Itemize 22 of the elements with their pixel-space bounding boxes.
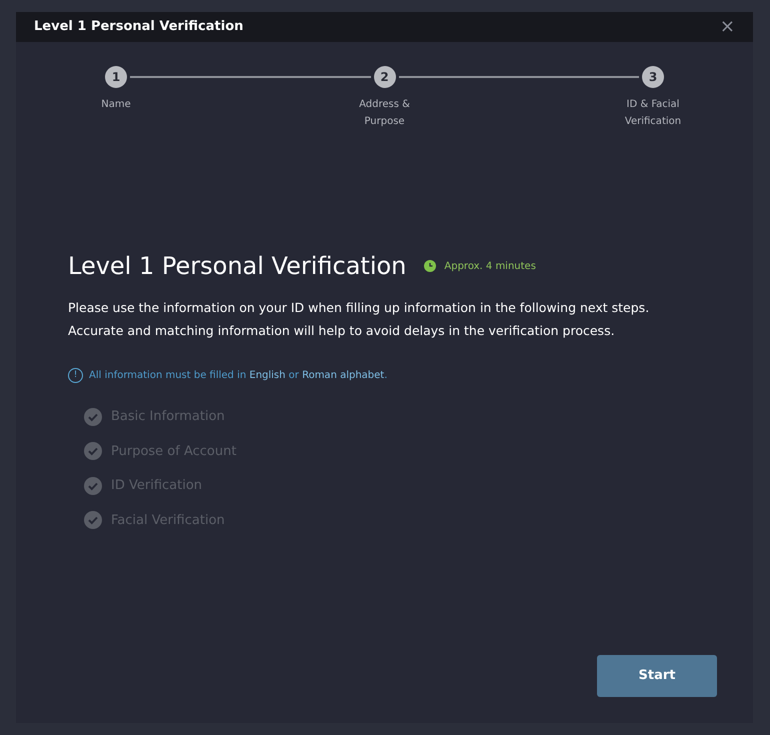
info-icon: !	[68, 368, 83, 383]
clock-icon	[424, 260, 436, 272]
heading: Level 1 Personal Verification	[68, 251, 406, 282]
check-icon	[84, 476, 102, 495]
step-label: Address & Purpose	[358, 98, 411, 129]
description-text: Accurate and matching information will help to avoid delays in the verification process.	[68, 322, 616, 340]
check-icon	[84, 408, 102, 426]
notice-text: All information must be filled in English or Roman alphabet.	[89, 369, 388, 383]
check-icon	[84, 511, 102, 530]
check-icon	[84, 442, 102, 460]
start-button[interactable]: Start	[597, 655, 717, 697]
step-label: Name	[100, 98, 132, 112]
window-title: Level 1 Personal Verification	[34, 18, 244, 36]
step-number: 3	[642, 66, 664, 88]
step-label: ID & Facial Verification	[624, 98, 682, 129]
duration-label: Approx. 4 minutes	[444, 260, 536, 274]
step-number: 2	[374, 66, 396, 88]
notice-link[interactable]: English	[249, 370, 286, 381]
step-number: 1	[105, 66, 127, 88]
close-button[interactable]: ×	[720, 18, 735, 36]
notice-link[interactable]: Roman alphabet	[302, 370, 384, 381]
description-text: Please use the information on your ID when filling up information in the following next steps.	[68, 299, 650, 317]
